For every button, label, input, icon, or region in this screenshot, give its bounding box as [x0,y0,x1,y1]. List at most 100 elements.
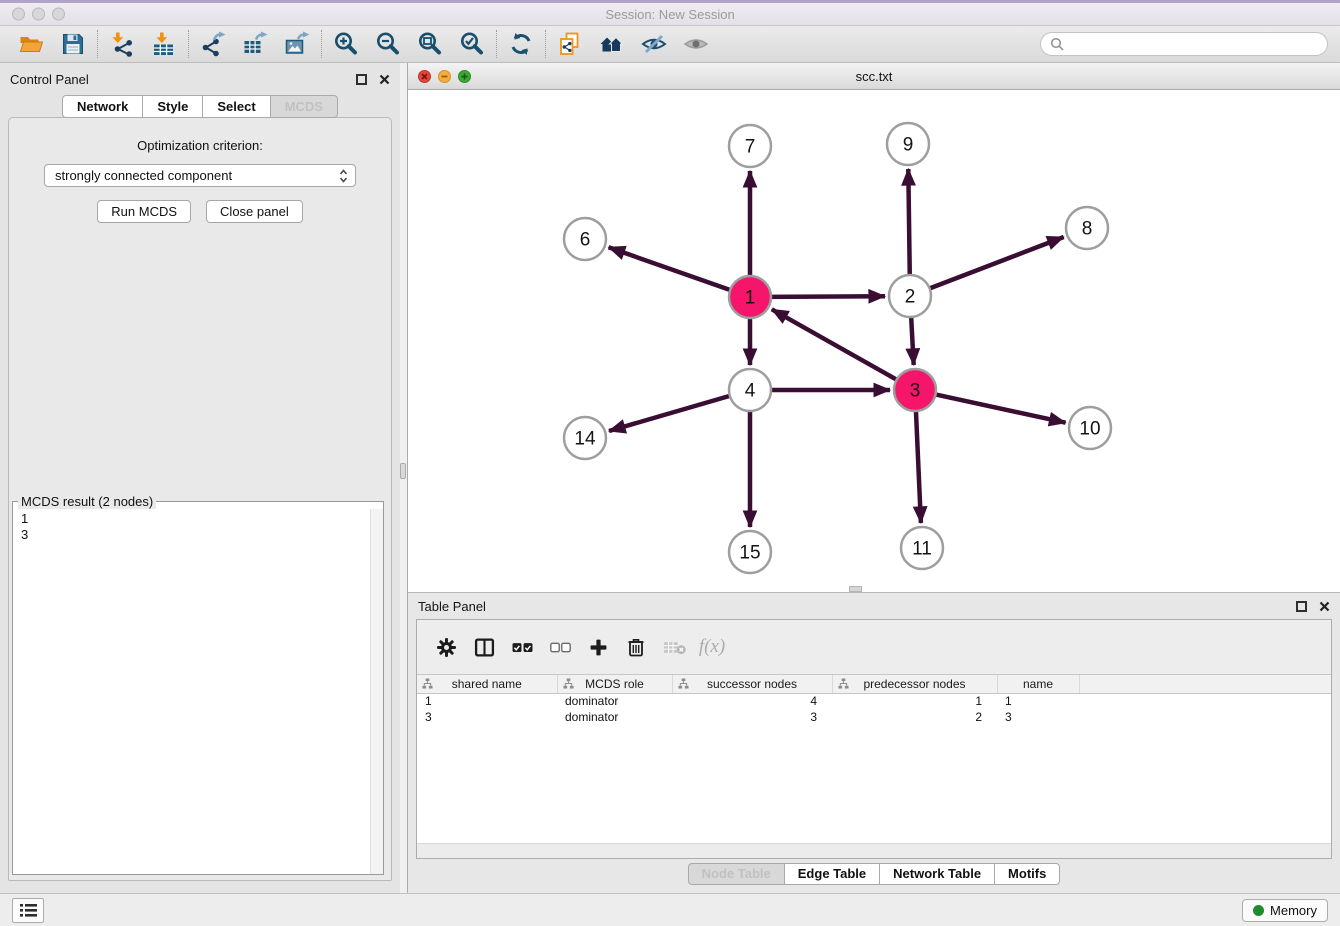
cell-shared_name[interactable]: 1 [417,693,557,709]
tab-network[interactable]: Network [62,95,142,118]
toolbar-separator [188,30,189,58]
export-table-button[interactable] [234,28,276,60]
edge-3-1[interactable] [772,309,900,381]
edge-2-8[interactable] [927,237,1064,290]
window-title: Session: New Session [605,7,734,22]
search-input[interactable] [1069,36,1318,53]
tab-style[interactable]: Style [142,95,202,118]
table-settings-button[interactable] [427,637,465,658]
run-mcds-button[interactable]: Run MCDS [97,200,191,223]
table-horizontal-scrollbar[interactable] [417,843,1331,858]
minimize-network-button[interactable] [438,70,451,83]
mcds-result-box: MCDS result (2 nodes) 13 [12,494,384,875]
tab-network-table[interactable]: Network Table [879,863,994,885]
hide-eye-button[interactable] [633,28,675,60]
column-header-name[interactable]: name [997,675,1079,693]
close-window-button[interactable] [12,8,25,21]
cell-predecessor_nodes[interactable]: 2 [832,709,997,725]
zoom-out-button[interactable] [367,28,409,60]
tab-mcds[interactable]: MCDS [270,95,338,118]
maximize-network-button[interactable] [458,70,471,83]
close-glyph-icon [421,73,428,80]
table-toolbar: f(x) [417,620,1331,675]
zoom-fit-button[interactable] [409,28,451,60]
deselect-all-columns-button[interactable] [541,642,579,653]
edge-4-14[interactable] [609,395,733,431]
show-columns-button[interactable] [465,637,503,658]
toolbar-separator [496,30,497,58]
network-canvas[interactable]: 7968124314101511 [408,90,1340,592]
tab-edge-table[interactable]: Edge Table [784,863,879,885]
edge-1-6[interactable] [609,247,733,291]
export-network-button[interactable] [192,28,234,60]
tab-node-table[interactable]: Node Table [688,863,784,885]
edge-3-11[interactable] [916,408,921,523]
table-row[interactable]: 1dominator411 [417,693,1331,709]
memory-button[interactable]: Memory [1242,899,1328,922]
cell-name[interactable]: 3 [997,709,1079,725]
column-header-successor_nodes[interactable]: successor nodes [672,675,832,693]
column-header-predecessor_nodes[interactable]: predecessor nodes [832,675,997,693]
refresh-network-button[interactable] [500,28,542,60]
control-panel-title: Control Panel [10,72,89,87]
zoom-selected-button[interactable] [451,28,493,60]
cell-name[interactable]: 1 [997,693,1079,709]
save-session-button[interactable] [52,28,94,60]
cell-predecessor_nodes[interactable]: 1 [832,693,997,709]
close-panel-icon[interactable] [379,74,390,85]
float-table-panel-icon[interactable] [1296,601,1307,612]
edge-3-10[interactable] [933,394,1066,423]
column-header-shared_name[interactable]: shared name [417,675,557,693]
splitter-handle[interactable] [400,463,406,479]
home-reset-view-button[interactable] [591,28,633,60]
column-header-filler [1079,675,1331,693]
vertical-splitter[interactable] [400,63,408,893]
result-scrollbar[interactable] [370,509,383,874]
search-field[interactable] [1040,32,1328,56]
column-header-mcds_role[interactable]: MCDS role [557,675,672,693]
export-table-icon [242,31,268,57]
horizontal-splitter-handle[interactable] [849,586,862,592]
cell-mcds_role[interactable]: dominator [557,693,672,709]
close-panel-button[interactable]: Close panel [206,200,303,223]
delete-column-button[interactable] [617,637,655,657]
task-history-button[interactable] [12,898,44,923]
tab-select[interactable]: Select [202,95,269,118]
list-icon [20,903,37,918]
zoom-in-button[interactable] [325,28,367,60]
network-window-title: scc.txt [856,69,893,84]
cell-shared_name[interactable]: 3 [417,709,557,725]
import-table-button[interactable] [143,28,185,60]
cell-successor_nodes[interactable]: 3 [672,709,832,725]
eye-icon [683,31,709,57]
edge-1-2[interactable] [768,296,885,297]
main-toolbar [0,26,1340,63]
close-network-button[interactable] [418,70,431,83]
optimization-criterion-label: Optimization criterion: [9,138,391,153]
fx-icon: f(x) [699,636,725,658]
delete-table-button-disabled[interactable] [655,640,693,655]
cell-mcds_role[interactable]: dominator [557,709,672,725]
maximize-window-button[interactable] [52,8,65,21]
mcds-result-line: 3 [21,527,28,543]
hierarchy-icon [422,678,433,689]
edge-2-3[interactable] [911,314,914,365]
close-table-panel-icon[interactable] [1319,601,1330,612]
criterion-select[interactable]: strongly connected component [44,164,356,187]
clone-network-button[interactable] [549,28,591,60]
export-image-button[interactable] [276,28,318,60]
node-label-3: 3 [910,381,921,402]
function-builder-button-disabled[interactable]: f(x) [693,636,731,658]
float-panel-icon[interactable] [356,74,367,85]
cell-successor_nodes[interactable]: 4 [672,693,832,709]
show-eye-button[interactable] [675,28,717,60]
minimize-window-button[interactable] [32,8,45,21]
table-row[interactable]: 3dominator323 [417,709,1331,725]
import-network-button[interactable] [101,28,143,60]
edge-2-9[interactable] [908,169,910,278]
select-all-columns-button[interactable] [503,642,541,653]
tab-motifs[interactable]: Motifs [994,863,1060,885]
mcds-result-title: MCDS result (2 nodes) [18,494,156,509]
open-session-button[interactable] [10,28,52,60]
create-column-button[interactable] [579,638,617,657]
